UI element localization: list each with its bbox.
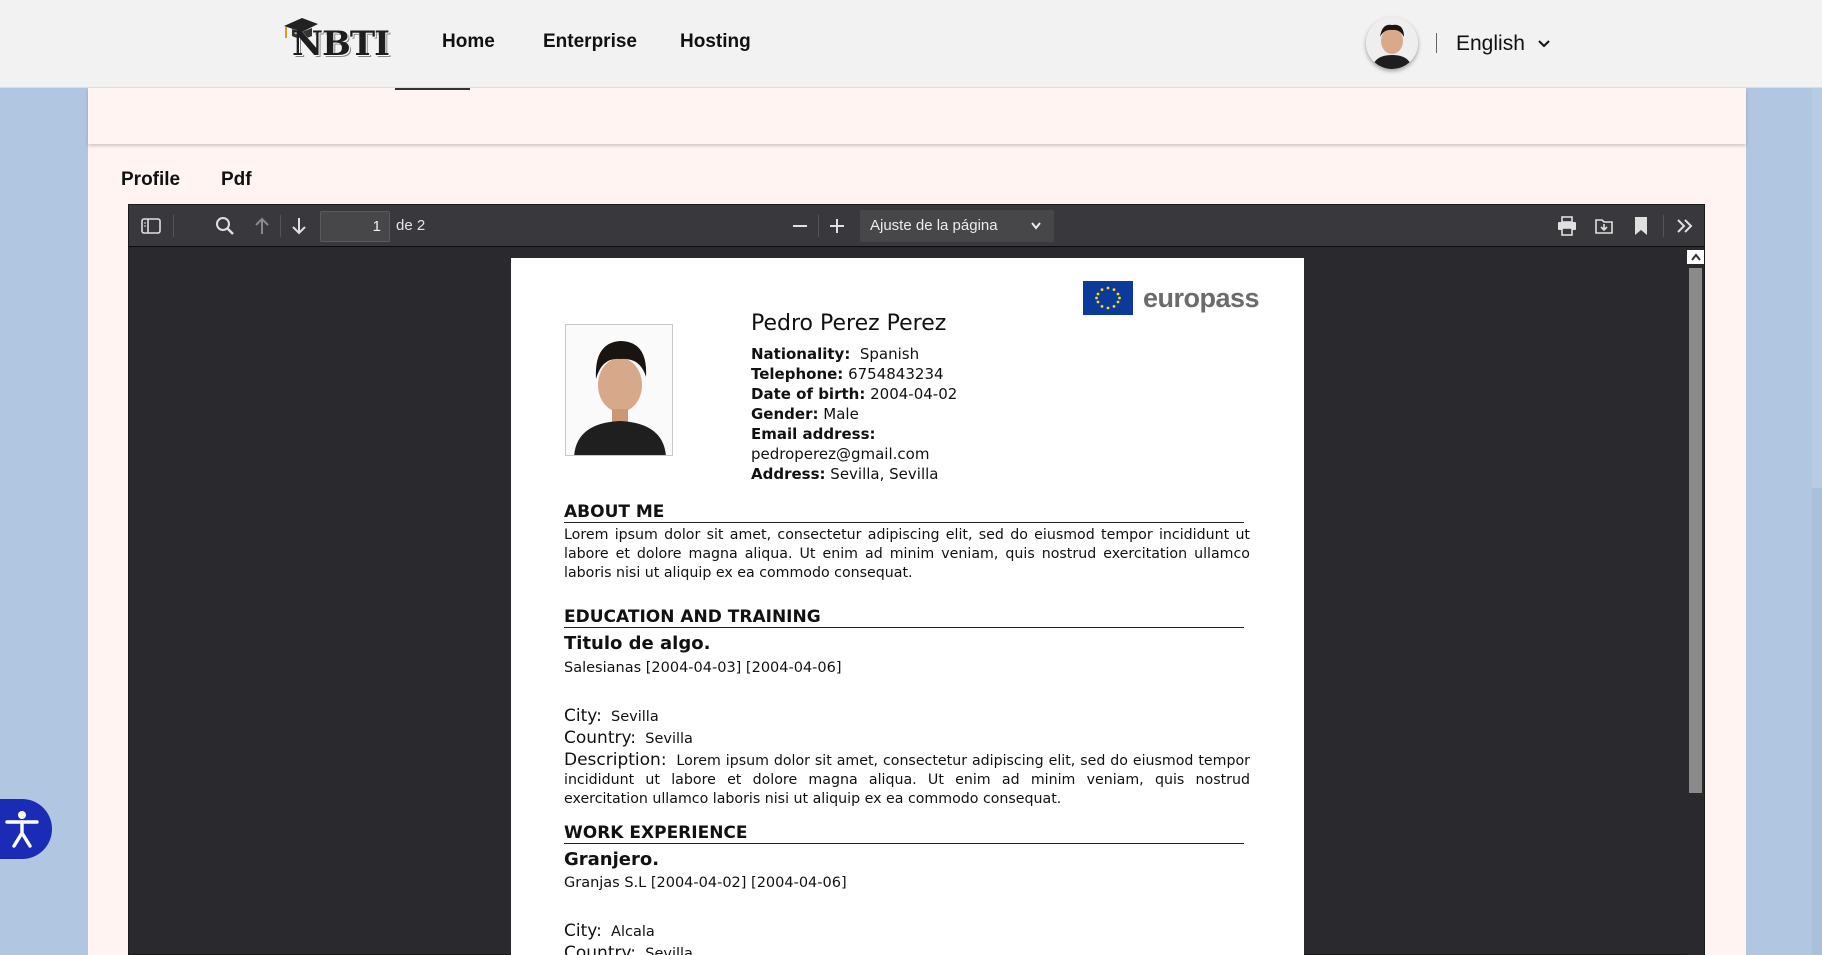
bookmark-button[interactable]: [1628, 213, 1654, 239]
accessibility-button[interactable]: [0, 799, 52, 859]
nav-home[interactable]: Home: [442, 31, 495, 53]
nav-hosting[interactable]: Hosting: [680, 31, 751, 53]
dob-value: 2004-04-02: [870, 385, 958, 403]
gender-label: Gender:: [751, 405, 819, 423]
nav-enterprise[interactable]: Enterprise: [543, 31, 637, 53]
dob-label: Date of birth:: [751, 385, 866, 403]
accessibility-icon: [5, 811, 39, 848]
page-number-input[interactable]: [320, 211, 390, 242]
education-country: Country: Sevilla: [564, 728, 693, 748]
education-title: Titulo de algo.: [564, 633, 711, 654]
minus-icon: [793, 225, 807, 227]
email-value: pedroperez@gmail.com: [751, 445, 930, 463]
download-icon: [1595, 219, 1613, 234]
find-button[interactable]: [212, 213, 238, 239]
sidebar-toggle-button[interactable]: [138, 213, 164, 239]
tab-pdf[interactable]: Pdf: [221, 169, 252, 191]
education-desc-value: Lorem ipsum dolor sit amet, consectetur …: [564, 753, 1250, 807]
europass-wordmark: europass: [1143, 283, 1260, 313]
education-city-value: Sevilla: [611, 709, 659, 725]
bookmark-icon: [1635, 217, 1647, 235]
education-heading: EDUCATION AND TRAINING: [564, 607, 1244, 628]
education-city-label: City:: [564, 706, 602, 726]
language-separator: [1436, 33, 1437, 53]
profile-photo: [565, 324, 673, 456]
print-button[interactable]: [1554, 213, 1580, 239]
work-city: City: Alcala: [564, 921, 655, 941]
top-navbar: NBTI Home Enterprise Hosting English: [0, 0, 1822, 88]
education-institution: Salesianas [2004-04-03] [2004-04-06]: [564, 660, 842, 676]
next-page-button[interactable]: [286, 213, 312, 239]
user-avatar[interactable]: [1366, 17, 1418, 69]
zoom-select-value: Ajuste de la página: [870, 217, 998, 234]
education-description: Description: Lorem ipsum dolor sit amet,…: [564, 751, 1250, 809]
chevron-down-icon: [1031, 222, 1041, 230]
double-chevron-right-icon: [1677, 219, 1693, 233]
header-band: [88, 88, 1746, 144]
arrow-up-icon: [255, 217, 269, 234]
language-selector[interactable]: English: [1456, 32, 1525, 56]
europass-logo: europass: [1081, 280, 1271, 324]
about-heading: ABOUT ME: [564, 502, 1244, 523]
zoom-select[interactable]: Ajuste de la página: [860, 210, 1054, 242]
plus-icon: [830, 219, 844, 233]
toolbar-separator: [173, 215, 174, 237]
tab-profile[interactable]: Profile: [121, 169, 180, 191]
gender-value: Male: [823, 405, 859, 423]
zoom-in-button[interactable]: [824, 213, 850, 239]
personal-info: Nationality: Spanish Telephone: 67548432…: [751, 344, 957, 484]
previous-page-button[interactable]: [249, 213, 275, 239]
scroll-up-arrow[interactable]: [1687, 250, 1704, 264]
nationality-label: Nationality:: [751, 345, 851, 363]
scroll-thumb[interactable]: [1689, 268, 1702, 793]
address-value: Sevilla, Sevilla: [830, 465, 939, 483]
nbti-logo[interactable]: NBTI: [280, 14, 395, 64]
eu-flag-icon: [1083, 281, 1133, 315]
work-city-value: Alcala: [611, 924, 655, 940]
sidebar-icon: [141, 218, 161, 234]
toolbar-separator: [1663, 215, 1664, 237]
work-country-value: Sevilla: [645, 946, 693, 955]
address-label: Address:: [751, 465, 826, 483]
education-country-label: Country:: [564, 728, 637, 748]
about-text: Lorem ipsum dolor sit amet, consectetur …: [564, 527, 1250, 581]
portrait-image: [566, 325, 672, 455]
nationality-value: Spanish: [859, 345, 920, 363]
work-country-label: Country:: [564, 943, 637, 955]
work-company: Granjas S.L [2004-04-02] [2004-04-06]: [564, 875, 847, 891]
telephone-label: Telephone:: [751, 365, 844, 383]
email-label: Email address:: [751, 425, 876, 443]
work-title: Granjero.: [564, 849, 660, 870]
zoom-out-button[interactable]: [787, 213, 813, 239]
pdf-page: europass Pedro Perez Perez Nationality: …: [511, 258, 1304, 955]
cv-name: Pedro Perez Perez: [751, 311, 947, 336]
education-country-value: Sevilla: [645, 731, 693, 747]
page-total-label: de 2: [396, 217, 426, 234]
toolbar-separator: [280, 215, 281, 237]
nav-active-indicator: [395, 88, 470, 90]
printer-icon: [1558, 216, 1576, 236]
tools-menu-button[interactable]: [1672, 213, 1698, 239]
work-country: Country: Sevilla: [564, 943, 693, 955]
download-button[interactable]: [1591, 213, 1617, 239]
pdf-viewer: de 2 Ajuste de la página: [128, 204, 1705, 955]
work-city-label: City:: [564, 921, 602, 941]
search-icon: [216, 217, 234, 235]
arrow-down-icon: [292, 218, 306, 235]
chevron-up-icon: [1690, 253, 1701, 261]
pdf-toolbar: de 2 Ajuste de la página: [129, 205, 1704, 247]
chevron-down-icon[interactable]: [1536, 36, 1552, 52]
logo-text: NBTI: [292, 24, 390, 64]
toolbar-separator: [818, 215, 819, 237]
page-scroll-thumb[interactable]: [1812, 88, 1822, 488]
user-photo: [1366, 17, 1418, 69]
pdf-scrollbar[interactable]: [1687, 248, 1704, 955]
telephone-value: 6754843234: [848, 365, 944, 383]
education-city: City: Sevilla: [564, 706, 659, 726]
work-heading: WORK EXPERIENCE: [564, 823, 1244, 844]
education-desc-label: Description:: [564, 750, 667, 770]
